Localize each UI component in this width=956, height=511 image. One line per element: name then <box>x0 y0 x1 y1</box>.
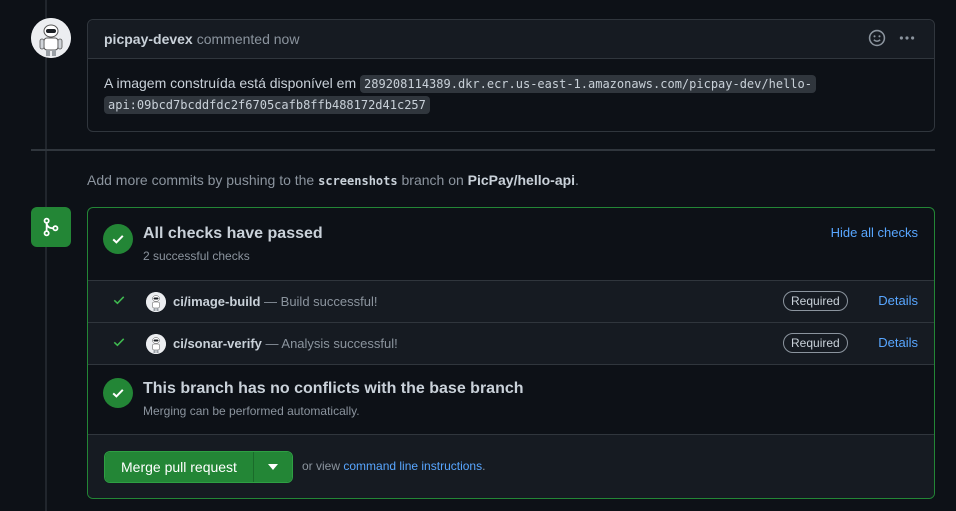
robot-avatar-icon <box>146 334 166 354</box>
hint-prefix: Add more commits by pushing to the <box>87 172 315 188</box>
check-row: ci/sonar-verify — Analysis successful! R… <box>88 323 934 365</box>
branch-name: screenshots <box>318 174 398 188</box>
merge-section: Merge pull request or view command line … <box>88 435 934 498</box>
check-name: ci/image-build <box>173 294 261 309</box>
check-details-link[interactable]: Details <box>878 293 918 308</box>
conflicts-section: This branch has no conflicts with the ba… <box>88 364 934 435</box>
repo-name[interactable]: PicPay/hello-api <box>468 172 575 188</box>
cli-hint: or view command line instructions. <box>302 459 485 473</box>
comment-author-wrap: picpay-devex commented now <box>104 31 299 47</box>
push-hint: Add more commits by pushing to the scree… <box>87 172 579 188</box>
merge-method-dropdown[interactable] <box>252 452 292 482</box>
hint-suffix: . <box>575 172 579 188</box>
check-context: ci/sonar-verify — Analysis successful! <box>173 336 398 351</box>
check-circle-icon <box>103 224 133 254</box>
required-badge: Required <box>783 291 848 311</box>
smiley-icon[interactable] <box>868 29 886 50</box>
hide-all-checks-link[interactable]: Hide all checks <box>831 225 918 240</box>
check-icon <box>112 293 126 310</box>
check-details-link[interactable]: Details <box>878 335 918 350</box>
command-line-instructions-link[interactable]: command line instructions <box>343 459 482 473</box>
conflicts-title: This branch has no conflicts with the ba… <box>143 380 524 397</box>
git-merge-icon <box>31 207 71 247</box>
check-row: ci/image-build — Build successful! Requi… <box>88 281 934 323</box>
comment-header: picpay-devex commented now <box>88 20 934 59</box>
robot-avatar-icon <box>31 18 71 58</box>
comment-actions <box>868 29 916 50</box>
comment-text: A imagem construída está disponível em <box>104 75 361 91</box>
or-view-text: or view <box>302 459 341 473</box>
check-icon <box>112 335 126 352</box>
merge-pull-request-button[interactable]: Merge pull request <box>105 452 253 482</box>
required-badge: Required <box>783 333 848 353</box>
cli-suffix: . <box>482 459 486 473</box>
timeline-divider <box>31 149 935 151</box>
comment-action: commented now <box>196 31 300 47</box>
check-avatar <box>146 334 166 354</box>
timeline-line <box>45 0 47 511</box>
merge-button-group: Merge pull request <box>104 451 293 483</box>
check-status: — Build successful! <box>264 294 378 309</box>
hint-middle: branch on <box>401 172 464 188</box>
check-name: ci/sonar-verify <box>173 336 262 351</box>
avatar[interactable] <box>31 18 71 58</box>
merge-box: All checks have passed 2 successful chec… <box>87 207 935 499</box>
checks-summary: All checks have passed 2 successful chec… <box>88 208 934 281</box>
kebab-horizontal-icon[interactable] <box>898 29 916 50</box>
checks-title: All checks have passed <box>143 225 323 242</box>
image-ref-code: 289208114389.dkr.ecr.us-east-1.amazonaws… <box>360 75 816 93</box>
triangle-down-icon <box>267 464 278 470</box>
comment-body: A imagem construída está disponível em 2… <box>88 59 934 129</box>
robot-avatar-icon <box>146 292 166 312</box>
image-ref-code-cont: api:09bcd7bcddfdc2f6705cafb8ffb488172d41… <box>104 96 430 114</box>
check-avatar <box>146 292 166 312</box>
comment-card: picpay-devex commented now A imagem const… <box>87 19 935 132</box>
checks-subtitle: 2 successful checks <box>143 249 250 263</box>
check-status: — Analysis successful! <box>265 336 398 351</box>
check-context: ci/image-build — Build successful! <box>173 294 377 309</box>
check-circle-icon <box>103 378 133 408</box>
comment-author[interactable]: picpay-devex <box>104 31 193 47</box>
conflicts-subtitle: Merging can be performed automatically. <box>143 404 360 418</box>
